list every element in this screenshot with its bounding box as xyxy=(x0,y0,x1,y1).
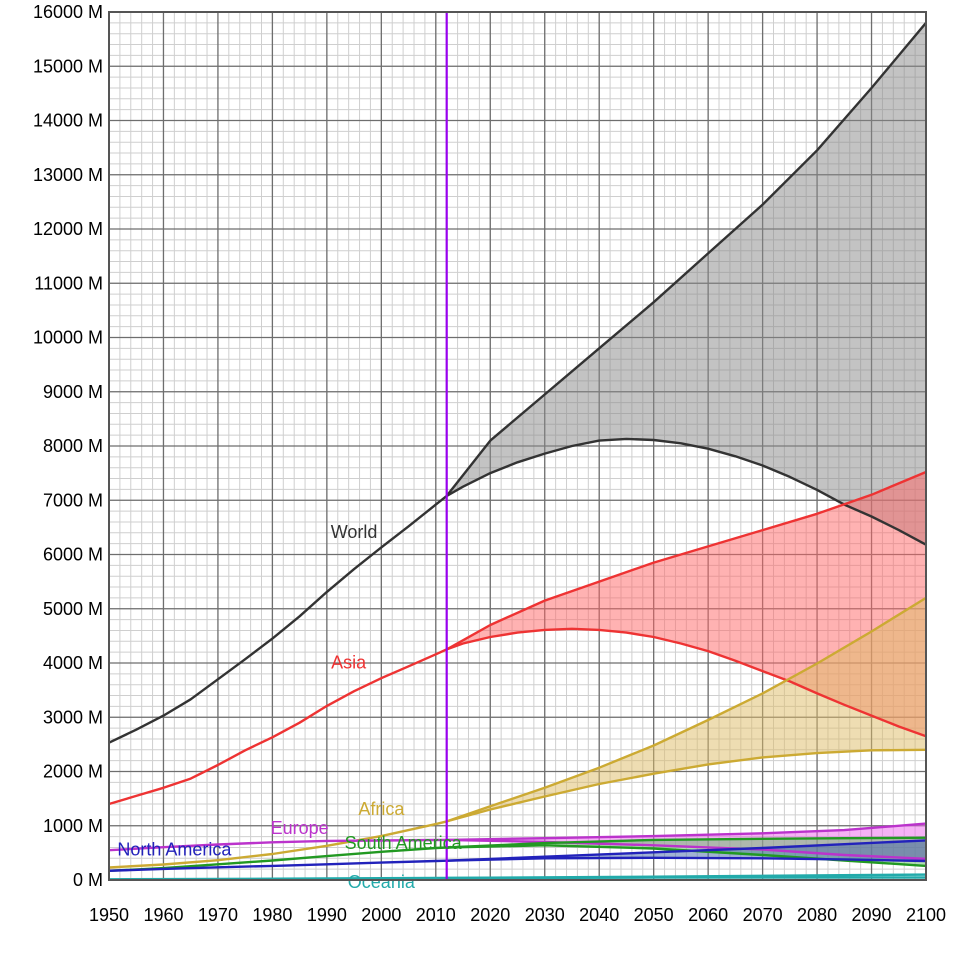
y-tick-label: 14000 M xyxy=(33,111,103,131)
y-tick-label: 11000 M xyxy=(34,273,103,293)
x-tick-label: 2080 xyxy=(797,905,837,925)
y-tick-label: 1000 M xyxy=(43,816,103,836)
north-america-label: North America xyxy=(117,840,232,860)
south-america-label: South America xyxy=(345,833,463,853)
x-tick-label: 2040 xyxy=(579,905,619,925)
x-tick-label: 2030 xyxy=(525,905,565,925)
y-tick-label: 8000 M xyxy=(43,436,103,456)
x-tick-label: 2010 xyxy=(416,905,456,925)
x-tick-label: 1990 xyxy=(307,905,347,925)
asia-history-line xyxy=(108,648,448,806)
y-tick-label: 16000 M xyxy=(33,2,103,22)
population-projection-chart: World Asia Africa Europe South America North … xyxy=(33,2,946,925)
x-tick-label: 2070 xyxy=(743,905,783,925)
europe-label: Europe xyxy=(271,818,329,838)
x-tick-label: 2100 xyxy=(906,905,946,925)
x-tick-label: 2090 xyxy=(852,905,892,925)
y-tick-label: 4000 M xyxy=(43,653,103,673)
y-tick-label: 13000 M xyxy=(33,165,103,185)
y-tick-label: 6000 M xyxy=(43,545,103,565)
africa-label: Africa xyxy=(358,799,405,819)
y-tick-label: 15000 M xyxy=(33,56,103,76)
y-tick-label: 7000 M xyxy=(43,490,103,510)
x-tick-label: 2000 xyxy=(361,905,401,925)
x-tick-label: 1950 xyxy=(89,905,129,925)
y-tick-label: 0 M xyxy=(73,870,103,890)
world-label: World xyxy=(331,522,378,542)
y-tick-label: 9000 M xyxy=(43,382,103,402)
x-tick-label: 1960 xyxy=(143,905,183,925)
x-tick-label: 2060 xyxy=(688,905,728,925)
x-tick-label: 1970 xyxy=(198,905,238,925)
x-tick-label: 2050 xyxy=(634,905,674,925)
y-tick-label: 5000 M xyxy=(43,599,103,619)
y-tick-label: 12000 M xyxy=(33,219,103,239)
x-tick-label: 1980 xyxy=(252,905,292,925)
x-tick-label: 2020 xyxy=(470,905,510,925)
oceania-label: Oceania xyxy=(348,872,416,892)
asia-label: Asia xyxy=(331,652,367,672)
y-tick-label: 3000 M xyxy=(43,707,103,727)
y-tick-label: 2000 M xyxy=(43,762,103,782)
y-tick-label: 10000 M xyxy=(33,328,103,348)
